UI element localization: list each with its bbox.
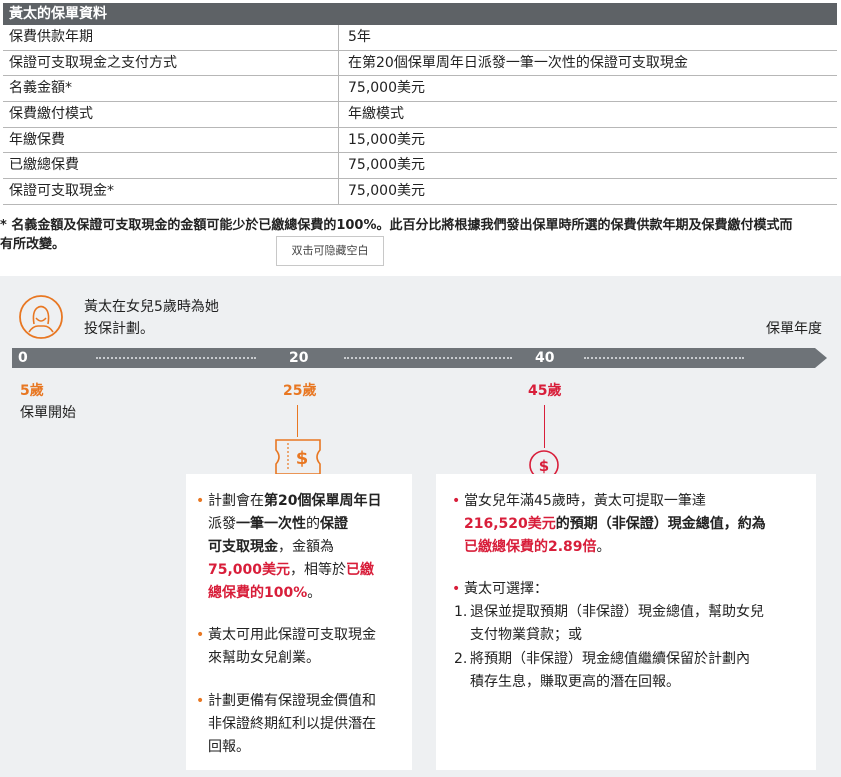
text: 可支取現金: [208, 539, 278, 555]
ticket-dollar-icon: $: [275, 439, 321, 475]
intro-line1: 黃太在女兒5歲時為她: [84, 299, 219, 315]
text: 非保證終期紅利以提供潛在: [208, 716, 376, 732]
text: 的預期（非保證）現金總值，約為: [555, 516, 766, 532]
row-value: 5年: [348, 29, 371, 45]
table-row: 保證可支取現金* 75,000美元: [3, 179, 837, 205]
option-number: 2.: [454, 651, 468, 667]
policy-start-label: 保單開始: [20, 405, 76, 421]
row-label: 年繳保費: [3, 127, 339, 153]
text: ，相等於: [290, 562, 347, 578]
dotted-segment: [584, 357, 744, 359]
footnote-line2: 有所改變。: [0, 237, 66, 252]
text: 保證: [320, 516, 348, 532]
age-25: 25歲: [283, 383, 317, 399]
text: 計劃會在: [208, 493, 264, 509]
text: 來幫助女兒創業。: [208, 650, 320, 666]
text: 派發: [208, 516, 236, 532]
text: 退保並提取預期（非保證）現金總值，幫助女兒: [470, 604, 764, 620]
age-5: 5歲: [20, 383, 44, 399]
text: 已繳總保費的2.89倍: [464, 539, 597, 555]
policy-table: 保費供款年期 5年 保證可支取現金之支付方式 在第20個保單周年日派發一筆一次性的保…: [3, 25, 837, 205]
row-label: 名義金額*: [3, 76, 339, 102]
row-label: 保費供款年期: [3, 25, 339, 50]
footnote-line1: * 名義金額及保證可支取現金的金額可能少於已繳總保費的100%。此百分比將根據我…: [0, 218, 793, 233]
text: 當女兒年滿45歲時，黃太可提取一筆達: [464, 493, 706, 509]
table-row: 保費繳付模式 年繳模式: [3, 102, 837, 128]
option-2: 2. 將預期（非保證）現金總值繼續保留於計劃內 積存生息，賺取更高的潛在回報。: [454, 648, 810, 694]
card1-bullet-3: • 計劃更備有保證現金價值和 非保證終期紅利以提供潛在 回報。: [196, 690, 408, 759]
table-row: 年繳保費 15,000美元: [3, 127, 837, 154]
row-label: 保費繳付模式: [3, 102, 339, 127]
row-value: 75,000美元: [348, 183, 425, 200]
dotted-segment: [344, 357, 512, 359]
card1-bullet-1: • 計劃會在第20個保單周年日 派發一筆一次性的保證 可支取現金，金額為 75,…: [196, 493, 382, 601]
row-label: 保證可支取現金*: [3, 179, 339, 204]
row-label: 已繳總保費: [3, 153, 339, 179]
text: 第20個保單周年日: [264, 493, 382, 509]
connector-line: [544, 405, 545, 448]
text: 黃太可用此保證可支取現金: [208, 627, 376, 643]
svg-text:$: $: [296, 448, 309, 469]
text: 。: [307, 585, 322, 601]
card2-bullet-2: • 黃太可選擇：: [452, 578, 810, 601]
card-age-45: • 當女兒年滿45歲時，黃太可提取一筆達 216,520美元的預期（非保證）現金…: [436, 474, 816, 770]
dotted-segment: [96, 357, 256, 359]
tick-0: 0: [18, 350, 28, 366]
row-value: 75,000美元: [348, 157, 425, 174]
option-number: 1.: [454, 604, 468, 620]
card2-bullet-1: • 當女兒年滿45歲時，黃太可提取一筆達 216,520美元的預期（非保證）現金…: [452, 490, 810, 559]
person-icon: [19, 295, 63, 339]
text: 積存生息，賺取更高的潛在回報。: [470, 674, 680, 690]
card-year-20: • 計劃會在第20個保單周年日 派發一筆一次性的保證 可支取現金，金額為 75,…: [186, 474, 412, 770]
text: 將預期（非保證）現金總值繼續保留於計劃內: [470, 651, 750, 667]
table-row: 保證可支取現金之支付方式 在第20個保單周年日派發一筆一次性的保證可支取現金: [3, 50, 837, 77]
text: 黃太可選擇：: [464, 581, 548, 597]
text: 216,520美元: [464, 516, 556, 532]
tick-20: 20: [289, 350, 309, 366]
age-45: 45歲: [528, 383, 562, 399]
table-row: 保費供款年期 5年: [3, 25, 837, 51]
text: 支付物業貸款；或: [470, 627, 582, 643]
text: 計劃更備有保證現金價值和: [208, 693, 376, 709]
footnote: * 名義金額及保證可支取現金的金額可能少於已繳總保費的100%。此百分比將根據我…: [0, 216, 841, 254]
intro-line2: 投保計劃。: [84, 321, 154, 337]
text: 的: [306, 516, 320, 532]
text: 一筆一次性: [236, 516, 306, 532]
option-1: 1. 退保並提取預期（非保證）現金總值，幫助女兒 支付物業貸款；或: [454, 601, 810, 647]
svg-text:$: $: [539, 457, 549, 475]
table-row: 名義金額* 75,000美元: [3, 76, 837, 103]
table-title: 黃太的保單資料: [3, 3, 837, 25]
policy-year-label: 保單年度: [766, 321, 822, 337]
timeline-intro: 黃太在女兒5歲時為她 投保計劃。: [84, 296, 284, 340]
text: 75,000美元: [208, 562, 291, 578]
table-row: 已繳總保費 75,000美元: [3, 153, 837, 180]
row-value: 75,000美元: [348, 80, 425, 97]
tick-40: 40: [535, 350, 555, 366]
text: ，金額為: [278, 539, 334, 555]
hide-blank-button[interactable]: 双击可隐藏空白: [276, 236, 384, 266]
text: 。: [596, 539, 611, 555]
row-label: 保證可支取現金之支付方式: [3, 50, 339, 76]
text: 總保費的100%: [208, 585, 308, 601]
row-value: 年繳模式: [348, 106, 404, 123]
connector-line: [297, 405, 298, 437]
card1-bullet-2: • 黃太可用此保證可支取現金 來幫助女兒創業。: [196, 624, 408, 670]
row-value: 在第20個保單周年日派發一筆一次性的保證可支取現金: [348, 54, 688, 71]
text: 回報。: [208, 739, 250, 755]
text: 已繳: [346, 562, 375, 578]
row-value: 15,000美元: [348, 131, 425, 148]
